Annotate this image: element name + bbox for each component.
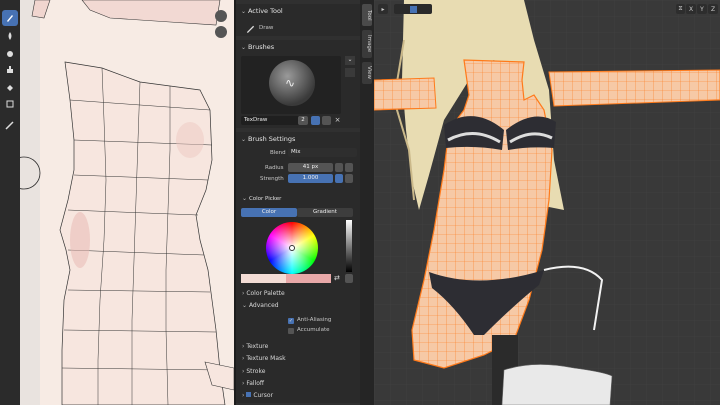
fill-tool-icon[interactable] — [2, 80, 18, 96]
advanced-row[interactable]: ⌄ Advanced — [242, 302, 279, 309]
falloff-label: Falloff — [246, 380, 265, 387]
strength-label: Strength — [260, 176, 284, 182]
annotate-tool-icon[interactable] — [2, 117, 18, 133]
texture-mask-label: Texture Mask — [246, 355, 286, 362]
sidebar-tabs: Tool Image View — [360, 0, 374, 405]
mirror-icon[interactable]: ⧖ — [676, 4, 685, 14]
pressure-icon[interactable] — [345, 274, 353, 283]
strength-pen-icon[interactable] — [335, 174, 343, 183]
viewport-scene — [374, 0, 720, 405]
cursor-row[interactable]: › Cursor — [242, 392, 273, 399]
radius-pen-icon[interactable] — [335, 163, 343, 172]
stroke-row[interactable]: › Stroke — [242, 368, 265, 375]
brushes-title: Brushes — [247, 43, 275, 51]
brush-stroke-icon: ∿ — [285, 76, 296, 90]
strength-pressure-icon[interactable] — [345, 174, 353, 183]
tab-gradient[interactable]: Gradient — [297, 208, 353, 217]
selection-mode-buttons[interactable] — [394, 4, 432, 14]
3d-viewport[interactable]: ▸ X Y Z ⧖ — [374, 0, 720, 405]
brushes-header[interactable]: ⌄ Brushes — [241, 43, 274, 51]
soften-tool-icon[interactable] — [2, 28, 18, 44]
tool-shelf — [0, 0, 20, 405]
color-wheel-cursor[interactable] — [289, 245, 295, 251]
active-tool-header[interactable]: ⌄ Active Tool — [241, 7, 283, 15]
color-wheel[interactable] — [266, 222, 318, 274]
fake-user-shield-icon[interactable] — [311, 116, 320, 125]
blend-select[interactable]: Mix — [288, 148, 357, 157]
axis-y-toggle[interactable]: Y — [697, 4, 707, 14]
strength-field[interactable]: 1.000 — [288, 174, 333, 183]
falloff-row[interactable]: › Falloff — [242, 380, 264, 387]
cursor-label: Cursor — [253, 392, 274, 399]
clone-tool-icon[interactable] — [2, 62, 18, 78]
select-tool-icon[interactable]: ▸ — [378, 4, 388, 14]
tab-image[interactable]: Image — [362, 30, 372, 58]
mask-tool-icon[interactable] — [2, 96, 18, 112]
draw-brush-icon — [246, 25, 255, 33]
active-tool-section: ⌄ Active Tool Draw — [236, 4, 360, 36]
pan-icon[interactable] — [215, 26, 227, 38]
tab-view[interactable]: View — [362, 62, 372, 84]
axis-x-toggle[interactable]: X — [686, 4, 696, 14]
active-tool-title: Active Tool — [247, 7, 283, 15]
active-tool-label: Draw — [259, 25, 274, 31]
color-picker-title: Color Picker — [248, 196, 282, 202]
color-palette-row[interactable]: › Color Palette — [242, 290, 285, 297]
anti-aliasing-checkbox[interactable]: ✓ — [288, 318, 294, 324]
advanced-label: Advanced — [248, 302, 279, 309]
brush-settings-title: Brush Settings — [247, 135, 296, 143]
anti-aliasing-label: Anti-Aliasing — [297, 317, 332, 323]
stroke-label: Stroke — [246, 368, 266, 375]
brush-user-count[interactable]: 2 — [298, 116, 308, 125]
swap-colors-icon[interactable]: ⇄ — [334, 274, 342, 283]
texture-label: Texture — [246, 343, 269, 350]
accumulate-checkbox[interactable] — [288, 328, 294, 334]
blend-label: Blend — [270, 150, 286, 156]
radius-label: Radius — [265, 165, 284, 171]
texture-row[interactable]: › Texture — [242, 343, 268, 350]
cursor-checkbox[interactable] — [246, 392, 252, 397]
uv-islands — [20, 0, 234, 405]
zoom-icon[interactable] — [215, 10, 227, 22]
tab-tool[interactable]: Tool — [362, 4, 372, 26]
draw-tool-icon[interactable] — [2, 10, 18, 26]
texture-mask-row[interactable]: › Texture Mask — [242, 355, 286, 362]
smear-tool-icon[interactable] — [2, 46, 18, 62]
axis-z-toggle[interactable]: Z — [708, 4, 718, 14]
value-slider[interactable] — [346, 220, 352, 272]
brush-image-icon[interactable] — [345, 68, 355, 77]
radius-field[interactable]: 41 px — [288, 163, 333, 172]
tab-color[interactable]: Color — [241, 208, 297, 217]
brush-settings-section: ⌄ Brush Settings Blend Mix Radius 41 px … — [236, 132, 360, 403]
brush-settings-header[interactable]: ⌄ Brush Settings — [241, 135, 295, 143]
color-swatch[interactable] — [241, 274, 331, 283]
brush-name-field[interactable]: TexDraw — [241, 116, 304, 125]
brushes-section: ⌄ Brushes ∿ ⌄ TexDraw 2 × — [236, 40, 360, 128]
image-editor-canvas[interactable] — [20, 0, 234, 405]
color-palette-label: Color Palette — [246, 290, 285, 297]
brush-dropdown-icon[interactable]: ⌄ — [345, 56, 355, 65]
accumulate-label: Accumulate — [297, 327, 330, 333]
radius-unit-icon[interactable] — [345, 163, 353, 172]
brush-preview[interactable]: ∿ — [241, 56, 341, 114]
color-picker-header[interactable]: ⌄ Color Picker — [242, 195, 281, 202]
sidebar-panel: ⌄ Active Tool Draw ⌄ Brushes ∿ ⌄ TexDraw… — [236, 0, 360, 405]
close-icon[interactable]: × — [333, 116, 342, 125]
duplicate-icon[interactable] — [322, 116, 331, 125]
